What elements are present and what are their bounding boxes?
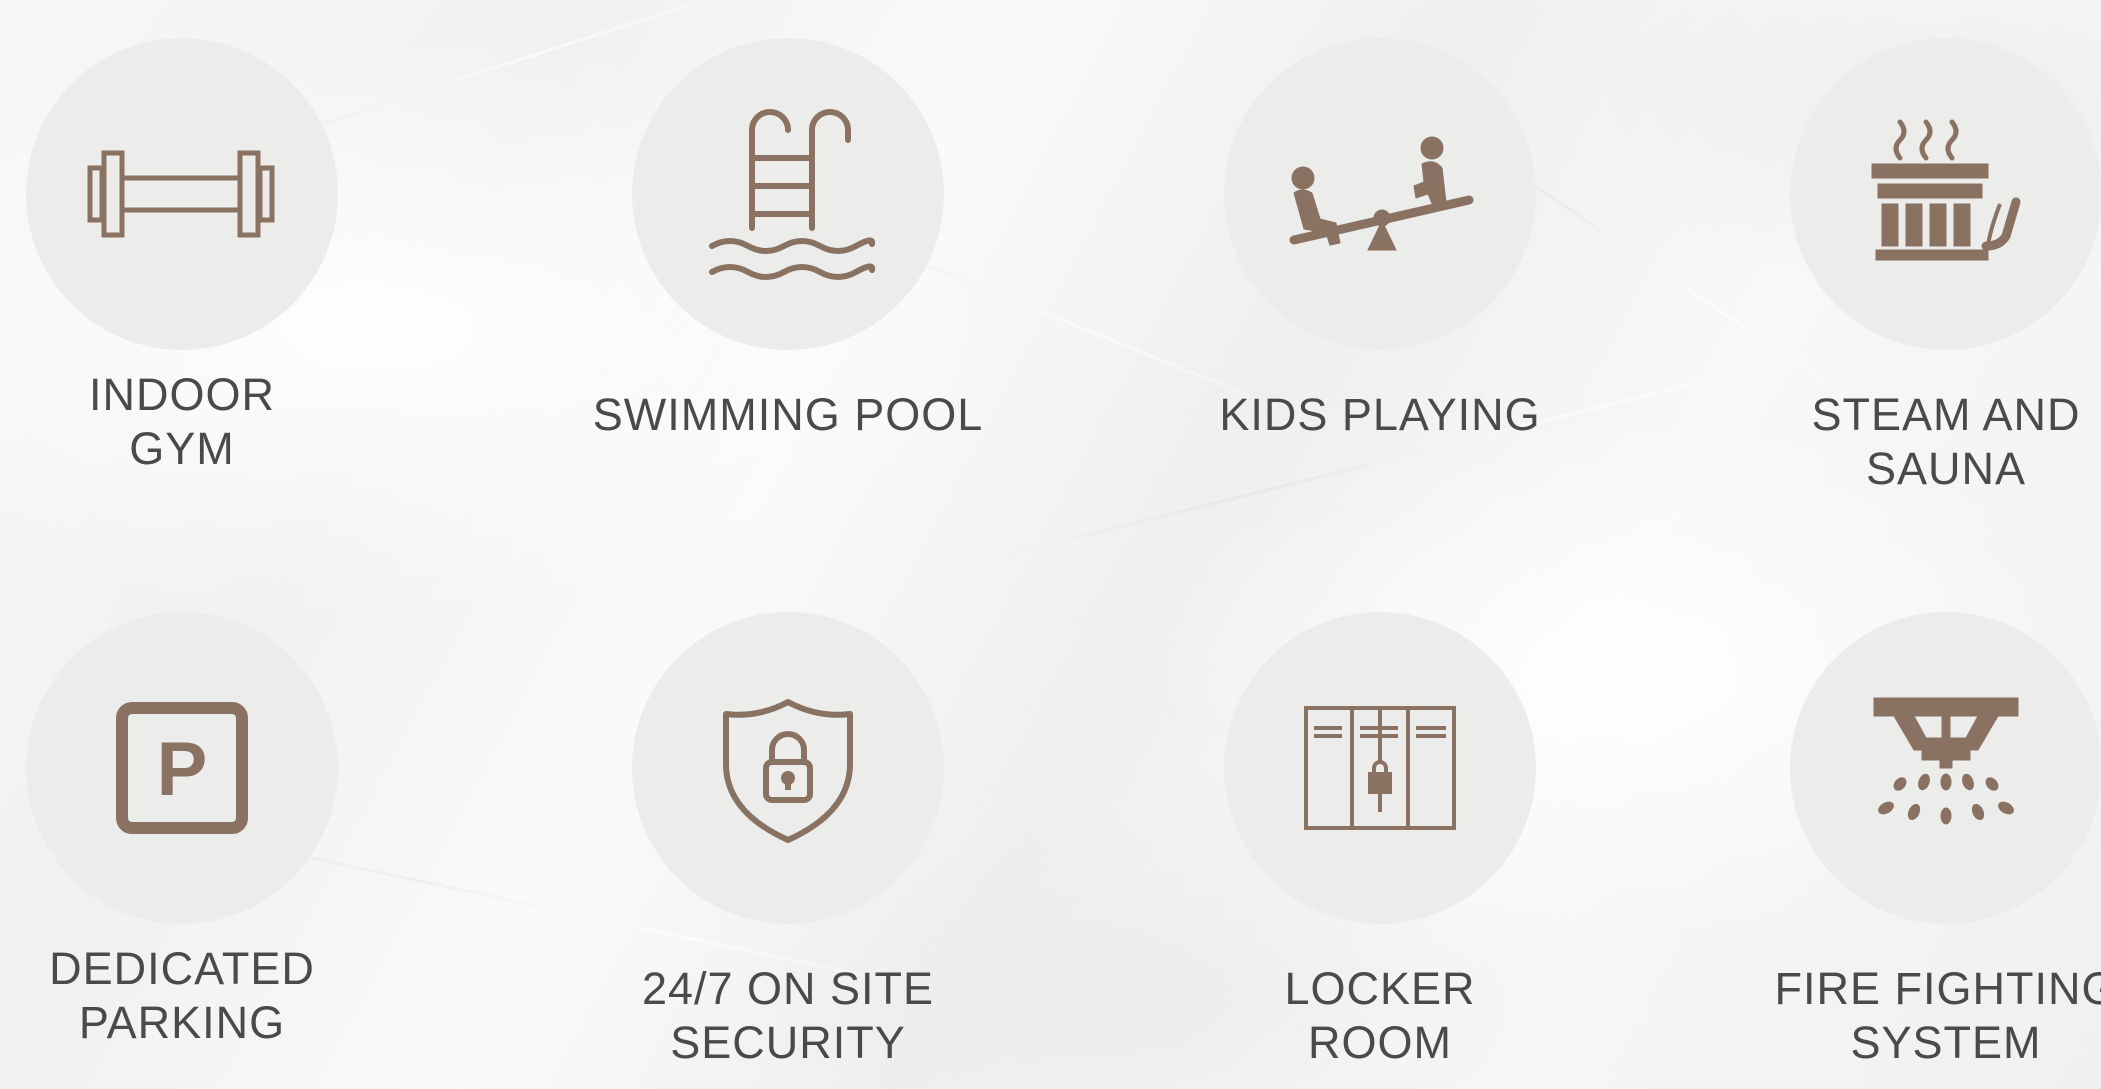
shield-lock-icon	[723, 699, 853, 843]
label-line: FIRE FIGHTING	[1774, 963, 2101, 1014]
amenity-label: DEDICATED PARKING	[0, 942, 492, 1050]
label-line: LOCKER	[1284, 963, 1476, 1014]
label-line: 24/7 ON SITE	[641, 963, 935, 1014]
icon-circle: P	[26, 612, 338, 924]
sauna-bucket-icon	[1871, 119, 2021, 261]
amenity-label: KIDS PLAYING	[1070, 388, 1690, 442]
icon-circle	[1790, 38, 2101, 350]
icon-circle	[1790, 612, 2101, 924]
label-line: ROOM	[1308, 1017, 1452, 1068]
icon-circle	[26, 38, 338, 350]
dumbbell-icon	[87, 150, 275, 238]
icon-circle	[1224, 38, 1536, 350]
label-line: PARKING	[78, 997, 286, 1048]
amenity-label: 24/7 ON SITE SECURITY	[478, 962, 1098, 1070]
amenity-label: INDOOR GYM	[0, 368, 492, 476]
label-line: STEAM AND	[1811, 389, 2081, 440]
label-line: SYSTEM	[1850, 1017, 2042, 1068]
label-line: SWIMMING POOL	[592, 389, 984, 440]
icon-circle	[1224, 612, 1536, 924]
svg-text:P: P	[157, 727, 208, 812]
label-line: SAUNA	[1865, 443, 2027, 494]
label-line: KIDS PLAYING	[1219, 389, 1541, 440]
icon-circle	[632, 612, 944, 924]
icon-circle	[632, 38, 944, 350]
amenities-page: { "amenities": [ { "name": "indoor-gym",…	[0, 0, 2101, 1089]
amenity-label: FIRE FIGHTING SYSTEM	[1636, 962, 2101, 1070]
sprinkler-icon	[1873, 697, 2019, 825]
locker-icon	[1304, 706, 1456, 830]
amenity-label: STEAM AND SAUNA	[1636, 388, 2101, 496]
label-line: GYM	[129, 423, 235, 474]
pool-ladder-icon	[709, 109, 876, 280]
amenity-label: LOCKER ROOM	[1070, 962, 1690, 1070]
label-line: SECURITY	[670, 1017, 906, 1068]
seesaw-icon	[1289, 136, 1474, 251]
label-line: DEDICATED	[49, 943, 315, 994]
label-line: INDOOR	[89, 369, 275, 420]
parking-icon: P	[116, 702, 248, 834]
amenity-label: SWIMMING POOL	[478, 388, 1098, 442]
